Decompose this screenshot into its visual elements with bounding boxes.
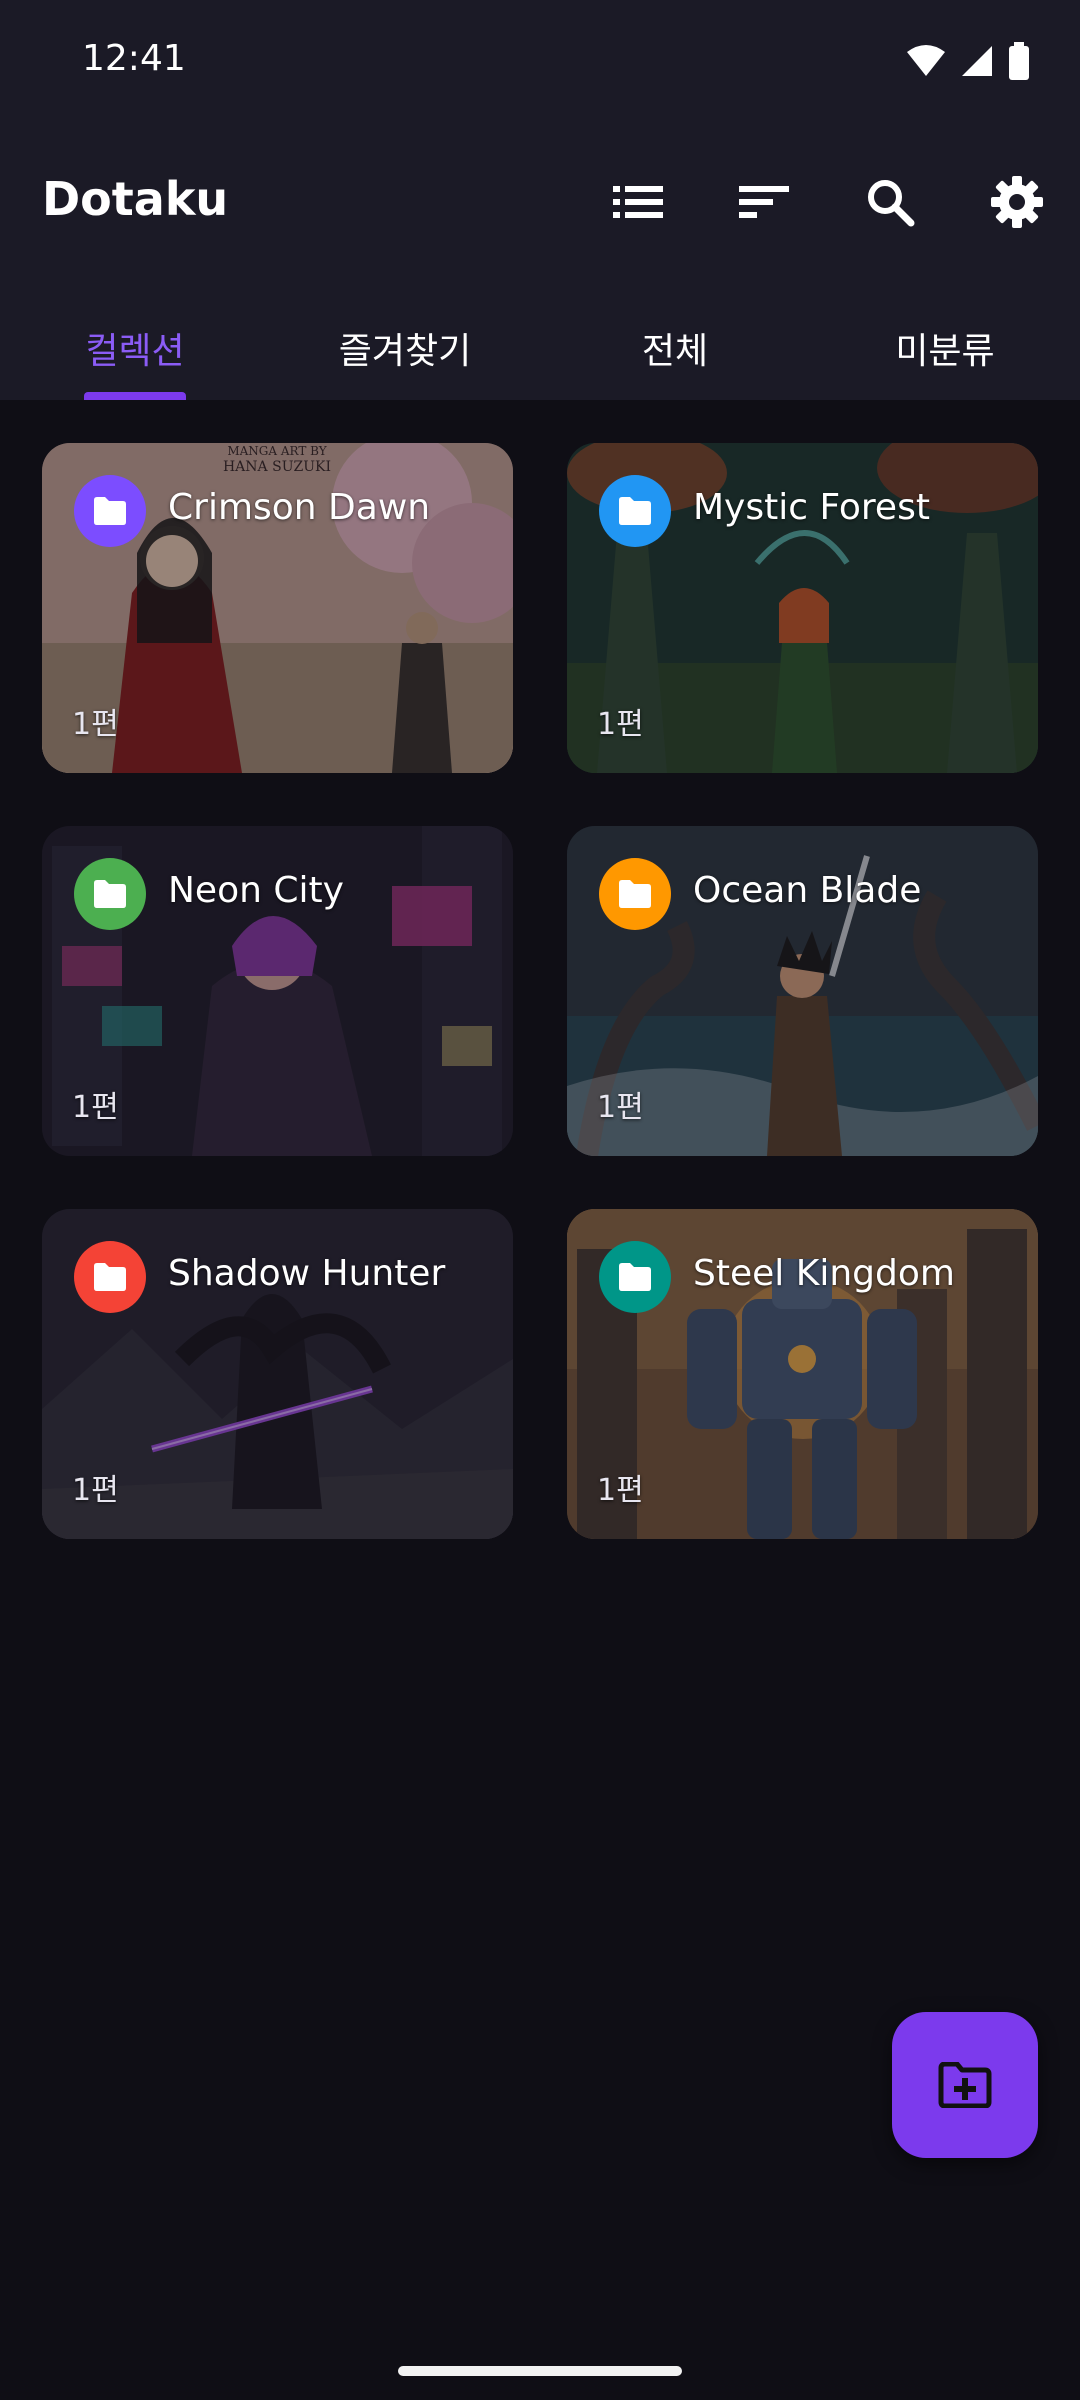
collection-name: Neon City	[168, 870, 344, 911]
add-collection-button[interactable]	[892, 2012, 1038, 2158]
collection-card-shadow-hunter[interactable]: Shadow Hunter 1편	[42, 1209, 513, 1539]
search-icon[interactable]	[858, 170, 922, 234]
status-time: 12:41	[82, 38, 186, 79]
collection-card-ocean-blade[interactable]: Ocean Blade 1편	[567, 826, 1038, 1156]
list-view-icon[interactable]	[606, 170, 670, 234]
collection-card-neon-city[interactable]: Neon City 1편	[42, 826, 513, 1156]
collection-count: 1편	[597, 1473, 644, 1508]
folder-icon	[74, 858, 146, 930]
app-title: Dotaku	[42, 172, 229, 226]
battery-icon	[1008, 42, 1030, 84]
collection-card-steel-kingdom[interactable]: Steel Kingdom 1편	[567, 1209, 1038, 1539]
add-folder-icon	[938, 2062, 992, 2108]
collection-count: 1편	[597, 1090, 644, 1125]
wifi-icon	[906, 44, 946, 82]
settings-icon[interactable]	[985, 170, 1049, 234]
collection-name: Steel Kingdom	[693, 1253, 955, 1294]
collection-name: Ocean Blade	[693, 870, 922, 911]
active-tab-indicator	[84, 392, 186, 400]
signal-icon	[960, 44, 994, 82]
sort-icon[interactable]	[732, 170, 796, 234]
status-bar: 12:41	[0, 0, 1080, 130]
folder-icon	[599, 1241, 671, 1313]
folder-icon	[599, 475, 671, 547]
collection-name: Shadow Hunter	[168, 1253, 446, 1294]
collection-card-mystic-forest[interactable]: Mystic Forest 1편	[567, 443, 1038, 773]
home-indicator[interactable]	[398, 2366, 682, 2376]
folder-icon	[74, 475, 146, 547]
collection-name: Mystic Forest	[693, 487, 930, 528]
collection-count: 1편	[72, 1473, 119, 1508]
collection-tabs: 컬렉션 즐겨찾기 전체 미분류	[0, 296, 1080, 400]
collection-card-crimson-dawn[interactable]: MANGA ART BY HANA SUZUKI Crimson Dawn 1편	[42, 443, 513, 773]
collection-count: 1편	[597, 707, 644, 742]
collection-name: Crimson Dawn	[168, 487, 431, 528]
folder-icon	[599, 858, 671, 930]
tab-favorites[interactable]: 즐겨찾기	[270, 296, 540, 400]
tab-uncategorized[interactable]: 미분류	[810, 296, 1080, 400]
tab-collections[interactable]: 컬렉션	[0, 296, 270, 400]
status-icons	[906, 42, 1030, 84]
tab-all[interactable]: 전체	[540, 296, 810, 400]
collection-count: 1편	[72, 707, 119, 742]
folder-icon	[74, 1241, 146, 1313]
collection-count: 1편	[72, 1090, 119, 1125]
app-bar: Dotaku 컬렉션 즐겨찾기 전체 미분류	[0, 130, 1080, 400]
